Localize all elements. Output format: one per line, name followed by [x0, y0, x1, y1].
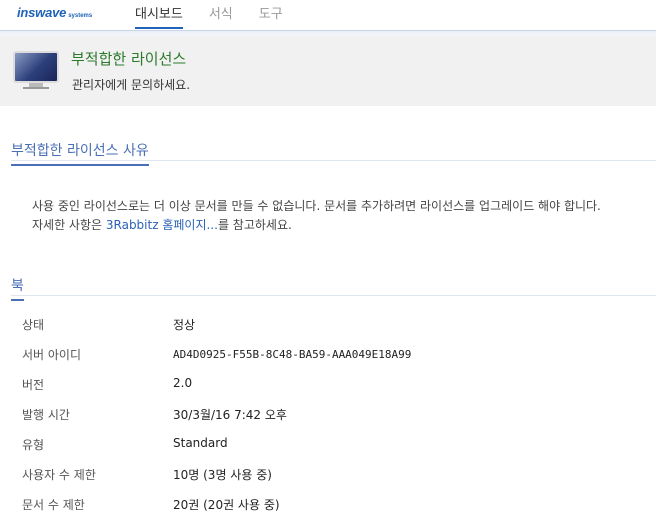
header-title: 부적합한 라이선스: [71, 50, 187, 68]
info-row-version: 버전 2.0: [0, 376, 656, 406]
reason-section-rule: [11, 160, 656, 161]
reason-section-title: 부적합한 라이선스 사유: [11, 140, 149, 166]
info-value: 20권 (20권 사용 중): [173, 498, 280, 512]
homepage-link[interactable]: 3Rabbitz 홈페이지...: [106, 218, 218, 232]
info-value: Standard: [173, 436, 228, 450]
monitor-screen: [13, 51, 59, 83]
info-row-server-id: 서버 아이디 AD4D0925-F55B-8C48-BA59-AAA049E18…: [0, 346, 656, 376]
info-row-issued-time: 발행 시간 30/3월/16 7:42 오후: [0, 406, 656, 436]
monitor-base: [23, 87, 49, 89]
info-label: 사용자 수 제한: [22, 468, 96, 482]
info-row-type: 유형 Standard: [0, 436, 656, 466]
logo-main-text: inswave: [17, 5, 67, 20]
info-label: 상태: [22, 318, 45, 332]
info-value: 2.0: [173, 376, 193, 390]
license-header: 부적합한 라이선스 관리자에게 문의하세요.: [0, 36, 656, 106]
info-value: 10명 (3명 사용 중): [173, 468, 272, 482]
header-subtitle: 관리자에게 문의하세요.: [72, 78, 191, 92]
info-value: AD4D0925-F55B-8C48-BA59-AAA049E18A99: [173, 348, 412, 361]
top-bar: inswave systems 대시보드 서식 도구: [0, 0, 656, 30]
monitor-icon: [13, 51, 59, 89]
info-value: 30/3월/16 7:42 오후: [173, 408, 287, 422]
logo-sub-text: systems: [68, 13, 93, 19]
info-row-status: 상태 정상: [0, 316, 656, 346]
info-label: 유형: [22, 438, 45, 452]
info-label: 발행 시간: [22, 408, 70, 422]
tab-dashboard[interactable]: 대시보드: [135, 3, 183, 29]
info-label: 문서 수 제한: [22, 498, 85, 512]
book-section-rule: [11, 295, 656, 296]
info-label: 버전: [22, 378, 45, 392]
book-section-title: 북: [11, 275, 24, 301]
reason-text-line-2: 자세한 사항은 3Rabbitz 홈페이지...를 참고하세요.: [32, 216, 292, 233]
info-row-document-limit: 문서 수 제한 20권 (20권 사용 중): [0, 496, 656, 526]
info-value: 정상: [173, 318, 196, 332]
reason-prefix: 자세한 사항은: [32, 218, 106, 232]
reason-text-line-1: 사용 중인 라이선스로는 더 이상 문서를 만들 수 없습니다. 문서를 추가하…: [32, 199, 601, 213]
inswave-logo[interactable]: inswave systems: [17, 4, 92, 22]
info-label: 서버 아이디: [22, 348, 82, 362]
reason-suffix: 를 참고하세요.: [217, 218, 292, 232]
tab-tools[interactable]: 도구: [259, 3, 283, 29]
main-nav: 대시보드 서식 도구: [135, 3, 309, 29]
tab-templates[interactable]: 서식: [209, 3, 233, 29]
info-row-user-limit: 사용자 수 제한 10명 (3명 사용 중): [0, 466, 656, 496]
